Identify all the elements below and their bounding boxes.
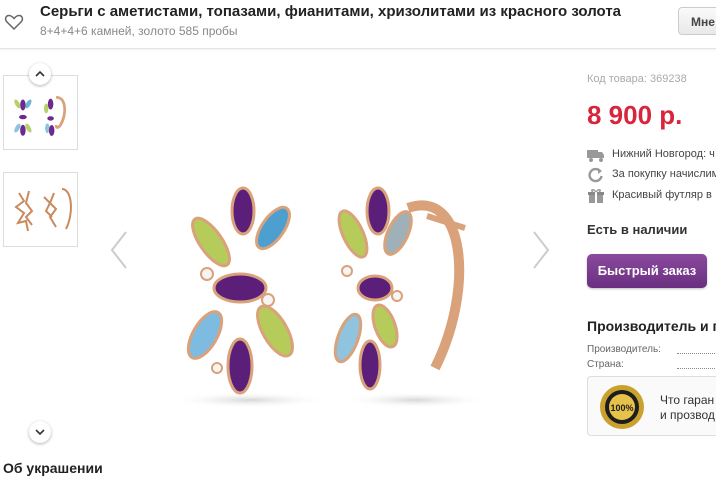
product-header: Серьги с аметистами, топазами, фианитами… [0,0,716,49]
refresh-icon [588,167,603,183]
heart-icon[interactable] [4,12,24,32]
product-price: 8 900 р. [587,100,683,130]
guarantee-line-2: и прозвод [660,408,715,422]
bonus-text: За покупку начислим [612,168,716,180]
product-code: Код товара: 369238 [587,73,687,85]
guarantee-box[interactable]: 100% Что гаран и прозвод [587,376,716,436]
product-subtitle: 8+4+4+6 камней, золото 585 пробы [40,24,238,38]
spec-label: Производитель: [587,344,661,355]
guarantee-text: Что гаран и прозвод [660,393,715,423]
guarantee-seal-icon: 100% [600,385,644,429]
chevron-up-icon [35,70,45,77]
quick-order-button[interactable]: Быстрый заказ [587,254,707,288]
chevron-down-icon [35,429,45,436]
thumbnail-earrings-gold[interactable] [3,172,78,247]
spec-dots [677,368,716,369]
manufacturer-row: Производитель: [587,344,716,355]
spec-dots [677,353,716,354]
spec-label: Страна: [587,359,624,370]
guarantee-line-1: Что гаран [660,393,715,407]
thumbnail-earrings-colored[interactable] [3,75,78,150]
gift-box-text: Красивый футляр в [612,189,712,201]
about-section-title: Об украшении [3,460,103,476]
product-title: Серьги с аметистами, топазами, фианитами… [40,3,622,20]
svg-text:100%: 100% [610,403,633,413]
header-button[interactable]: Мне [678,7,716,35]
country-row: Страна: [587,359,716,370]
main-product-image [170,186,490,408]
next-image-arrow-icon[interactable] [528,228,554,272]
manufacturer-title: Производитель и п [587,318,716,334]
thumbnails-up-button[interactable] [29,63,51,85]
thumbnails-down-button[interactable] [29,421,51,443]
truck-icon [587,150,604,162]
delivery-text: Нижний Новгород: ч [612,148,715,160]
stock-status: Есть в наличии [587,222,688,237]
thumbnail-image [14,96,66,136]
thumbnail-image [14,188,72,232]
prev-image-arrow-icon[interactable] [106,228,132,272]
gift-icon [588,189,604,203]
